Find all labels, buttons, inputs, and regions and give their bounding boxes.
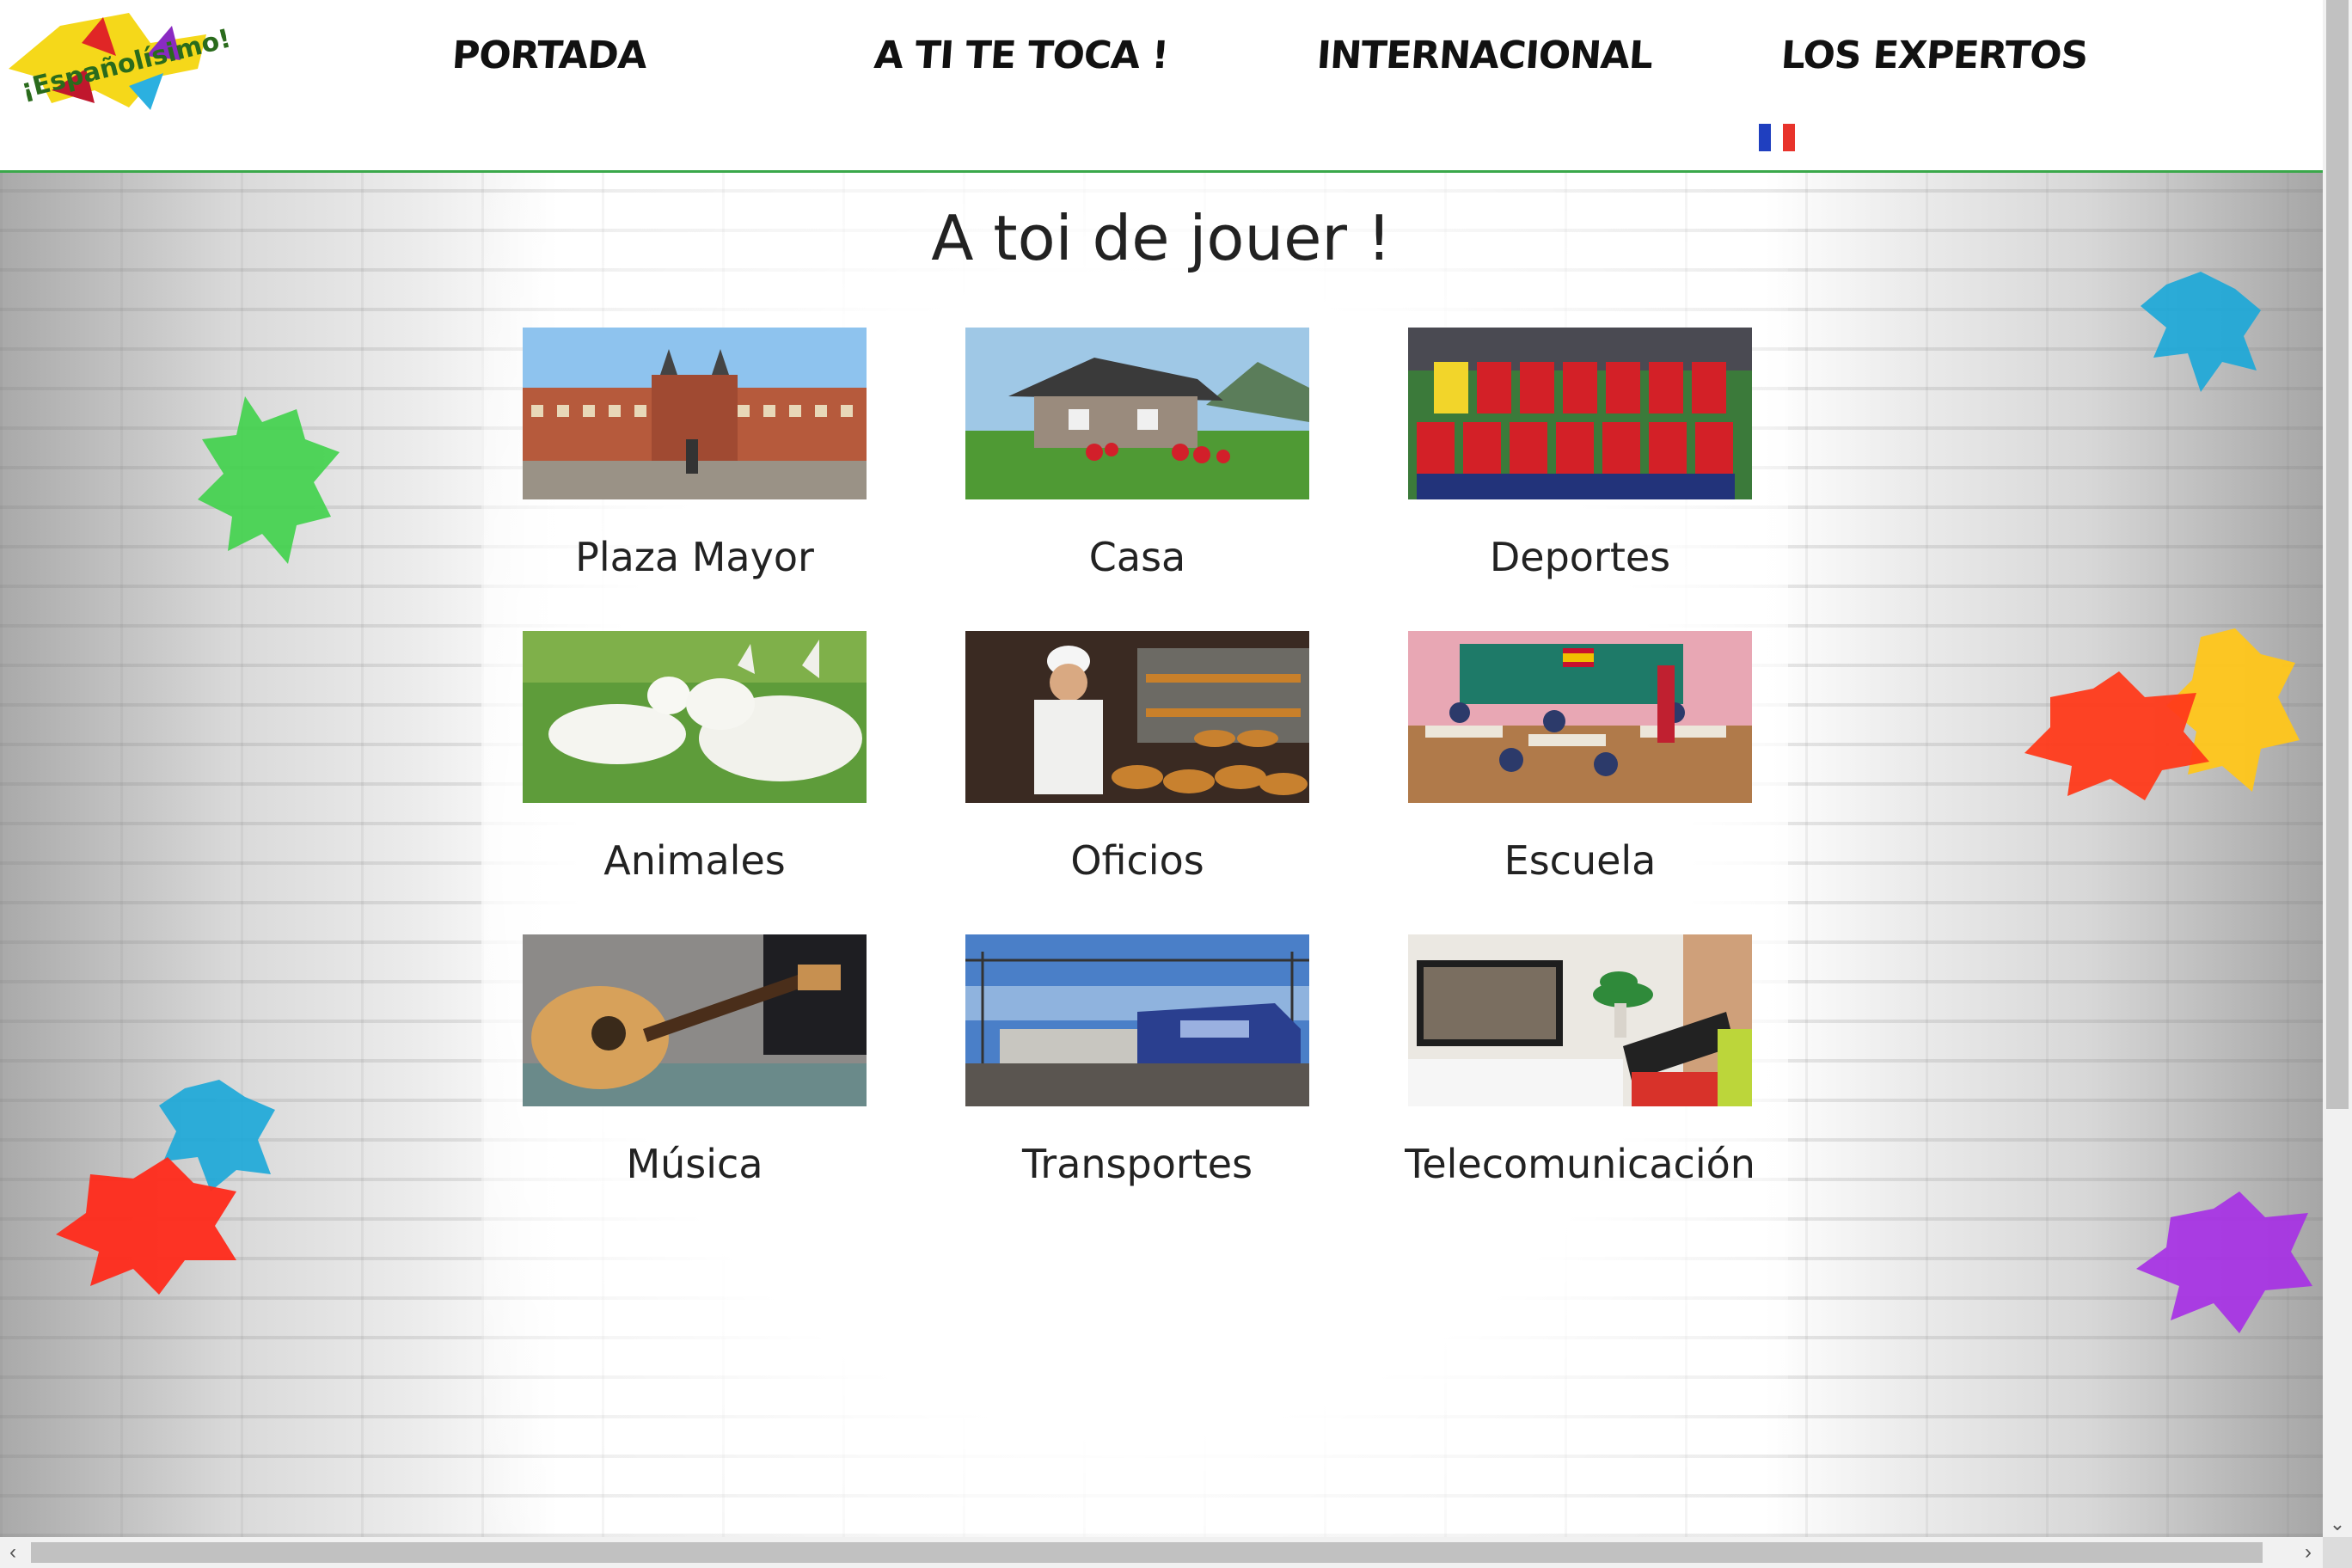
scroll-right-icon[interactable]: › xyxy=(2295,1537,2321,1568)
topic-label: Transportes xyxy=(1021,1141,1253,1187)
topic-card-plaza-mayor[interactable]: Plaza Mayor xyxy=(523,328,867,580)
vertical-scroll-thumb[interactable] xyxy=(2326,0,2349,1109)
plaza-mayor-photo xyxy=(523,328,867,499)
devices-photo xyxy=(1408,934,1752,1106)
purple-paint-splat xyxy=(2136,1191,2312,1333)
topic-label: Deportes xyxy=(1489,534,1671,580)
classroom-photo xyxy=(1408,631,1752,803)
blue-paint-splat-top-right xyxy=(2141,272,2261,392)
nav-a-ti-te-toca[interactable]: A TI TE TOCA ! xyxy=(873,26,1171,86)
train-photo xyxy=(965,934,1309,1106)
topic-label: Animales xyxy=(603,837,786,884)
topic-card-casa[interactable]: Casa xyxy=(965,328,1309,580)
topic-card-animales[interactable]: Animales xyxy=(523,631,867,884)
red-paint-splat-left xyxy=(56,1157,236,1295)
topic-label: Escuela xyxy=(1504,837,1657,884)
baker-photo xyxy=(965,631,1309,803)
animals-photo xyxy=(523,631,867,803)
orange-paint-splat-right xyxy=(2024,671,2209,800)
french-flag-icon[interactable] xyxy=(1759,124,1795,151)
topic-card-transportes[interactable]: Transportes xyxy=(965,934,1309,1187)
house-photo xyxy=(965,328,1309,499)
guitar-photo xyxy=(523,934,867,1106)
nav-portada[interactable]: PORTADA xyxy=(450,26,649,86)
topic-card-deportes[interactable]: Deportes xyxy=(1408,328,1752,580)
horizontal-scrollbar[interactable]: ‹ › xyxy=(0,1537,2323,1568)
topic-label: Música xyxy=(626,1141,763,1187)
scroll-down-icon[interactable]: ⌄ xyxy=(2323,1511,2352,1537)
green-paint-splat xyxy=(198,396,340,564)
site-logo[interactable]: ¡Españolísimo! xyxy=(0,9,234,116)
horizontal-scroll-thumb[interactable] xyxy=(31,1542,2263,1563)
topic-card-escuela[interactable]: Escuela xyxy=(1408,631,1752,884)
topic-label: Plaza Mayor xyxy=(575,534,814,580)
topic-label: Casa xyxy=(1088,534,1186,580)
nav-los-expertos[interactable]: LOS EXPERTOS xyxy=(1779,26,2090,86)
nav-internacional[interactable]: INTERNACIONAL xyxy=(1315,26,1655,86)
football-team-photo xyxy=(1408,328,1752,499)
topic-card-oficios[interactable]: Oficios xyxy=(965,631,1309,884)
site-header: ¡Españolísimo! PORTADA A TI TE TOCA ! IN… xyxy=(0,0,2323,173)
topic-card-musica[interactable]: Música xyxy=(523,934,867,1187)
vertical-scrollbar[interactable]: ⌄ xyxy=(2323,0,2352,1537)
topic-label: Oficios xyxy=(1070,837,1204,884)
topic-card-telecomunicacion[interactable]: Telecomunicación xyxy=(1405,934,1755,1187)
scrollbar-corner xyxy=(2323,1537,2352,1568)
page-title: A toi de jouer ! xyxy=(931,202,1392,274)
topic-label: Telecomunicación xyxy=(1405,1141,1755,1187)
scroll-left-icon[interactable]: ‹ xyxy=(0,1537,26,1568)
